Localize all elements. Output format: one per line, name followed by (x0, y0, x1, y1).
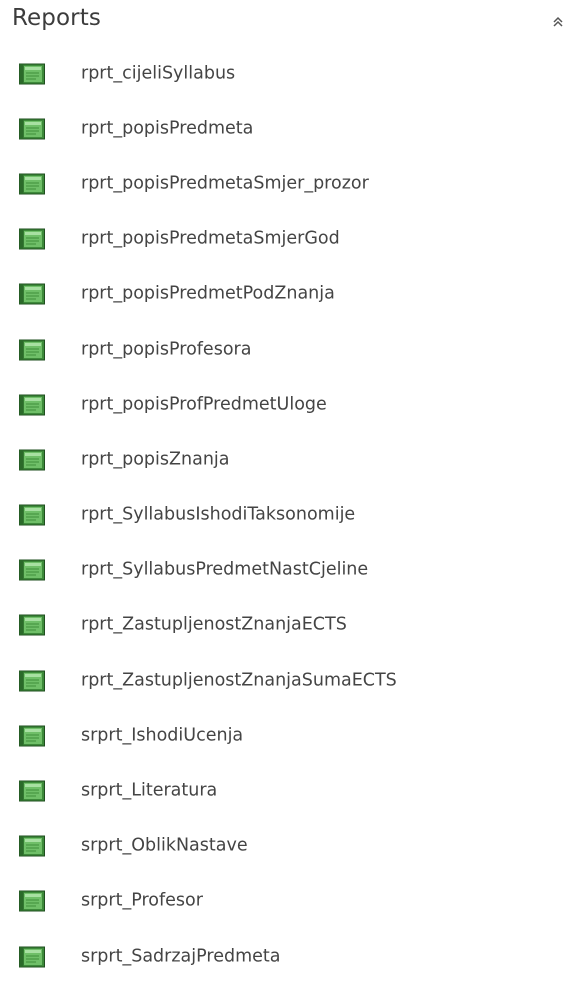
report-item[interactable]: srprt_SadrzajPredmeta (0, 929, 579, 984)
report-item-label: srprt_OblikNastave (81, 835, 248, 856)
report-icon (19, 780, 45, 802)
report-icon (19, 725, 45, 747)
report-icon (19, 173, 45, 195)
report-icon (19, 670, 45, 692)
reports-group-header[interactable]: Reports (0, 0, 579, 46)
report-icon (19, 559, 45, 581)
report-item-label: rprt_popisPredmetPodZnanja (81, 283, 335, 304)
report-item[interactable]: srprt_IshodiUcenja (0, 708, 579, 763)
report-item-label: rprt_cijeliSyllabus (81, 63, 236, 84)
report-item[interactable]: rprt_popisProfPredmetUloge (0, 377, 579, 432)
report-item-label: rprt_popisPredmetaSmjerGod (81, 228, 340, 249)
report-item[interactable]: srprt_Profesor (0, 874, 579, 929)
report-item-label: rprt_ZastupljenostZnanjaECTS (81, 615, 347, 636)
report-icon (19, 283, 45, 305)
report-icon (19, 118, 45, 140)
report-item-label: rprt_popisPredmetaSmjer_prozor (81, 173, 369, 194)
report-icon (19, 63, 45, 85)
report-icon (19, 614, 45, 636)
report-icon (19, 394, 45, 416)
report-item[interactable]: rprt_popisPredmeta (0, 101, 579, 156)
report-icon (19, 504, 45, 526)
report-icon (19, 228, 45, 250)
report-item[interactable]: rprt_ZastupljenostZnanjaECTS (0, 598, 579, 653)
report-item[interactable]: rprt_popisZnanja (0, 432, 579, 487)
report-item-label: srprt_SadrzajPredmeta (81, 946, 281, 967)
report-item[interactable]: rprt_ZastupljenostZnanjaSumaECTS (0, 653, 579, 708)
group-title: Reports (12, 5, 101, 31)
report-item[interactable]: srprt_OblikNastave (0, 819, 579, 874)
report-item-label: srprt_Profesor (81, 891, 203, 912)
report-item[interactable]: rprt_SyllabusPredmetNastCjeline (0, 543, 579, 598)
navigation-pane: Reports rprt_cijeliSyllabus rprt_popisPr… (0, 0, 579, 982)
report-icon (19, 339, 45, 361)
report-item[interactable]: srprt_Literatura (0, 763, 579, 818)
report-item[interactable]: rprt_popisProfesora (0, 322, 579, 377)
report-item[interactable]: rprt_popisPredmetPodZnanja (0, 267, 579, 322)
report-list: rprt_cijeliSyllabus rprt_popisPredmeta r… (0, 46, 579, 984)
report-icon (19, 449, 45, 471)
report-item-label: rprt_SyllabusIshodiTaksonomije (81, 504, 356, 525)
report-item-label: rprt_SyllabusPredmetNastCjeline (81, 559, 369, 580)
report-item-label: rprt_popisPredmeta (81, 118, 254, 139)
double-chevron-up-icon[interactable] (547, 11, 569, 33)
report-item-label: rprt_ZastupljenostZnanjaSumaECTS (81, 670, 397, 691)
report-icon (19, 835, 45, 857)
report-item[interactable]: rprt_popisPredmetaSmjer_prozor (0, 156, 579, 211)
report-item-label: rprt_popisProfPredmetUloge (81, 394, 327, 415)
report-item-label: rprt_popisZnanja (81, 449, 230, 470)
report-item-label: rprt_popisProfesora (81, 339, 252, 360)
report-item-label: srprt_IshodiUcenja (81, 725, 244, 746)
report-item-label: srprt_Literatura (81, 780, 218, 801)
report-icon (19, 946, 45, 968)
report-icon (19, 890, 45, 912)
report-item[interactable]: rprt_popisPredmetaSmjerGod (0, 212, 579, 267)
report-item[interactable]: rprt_SyllabusIshodiTaksonomije (0, 488, 579, 543)
report-item[interactable]: rprt_cijeliSyllabus (0, 46, 579, 101)
